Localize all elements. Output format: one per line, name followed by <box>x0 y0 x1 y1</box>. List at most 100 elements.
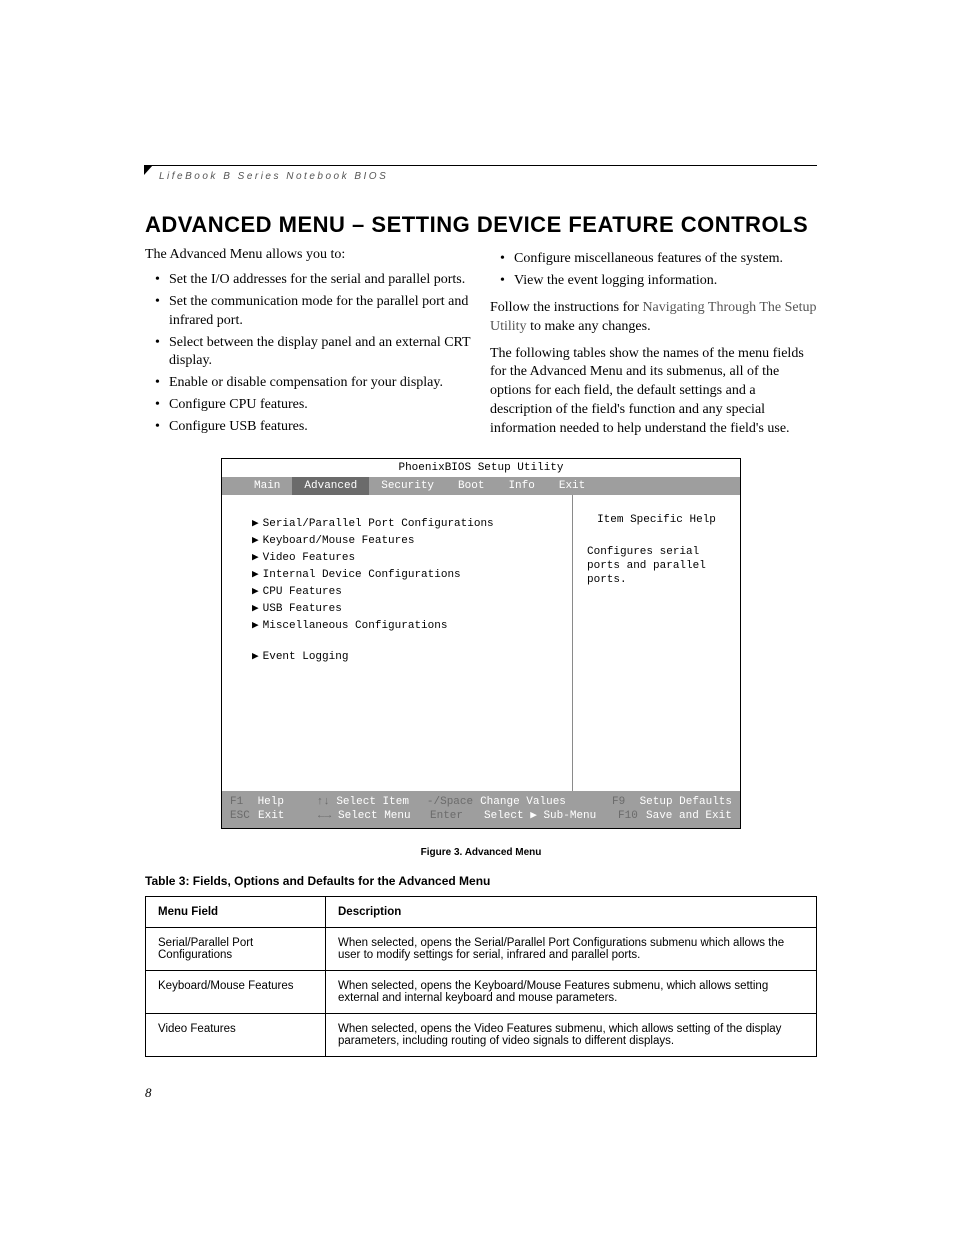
key-label: ESC <box>230 809 258 823</box>
bios-item-label: USB Features <box>263 603 342 615</box>
bios-item-label: Keyboard/Mouse Features <box>263 535 415 547</box>
bios-tab-info[interactable]: Info <box>496 477 546 495</box>
bios-menu-item[interactable]: ▶ CPU Features <box>252 585 572 599</box>
table-header: Menu Field <box>146 897 326 928</box>
table-row: Video Features When selected, opens the … <box>146 1014 817 1057</box>
running-header-text: LifeBook B Series Notebook BIOS <box>159 169 388 182</box>
bios-item-label: Event Logging <box>263 651 349 663</box>
bullet: View the event logging information. <box>504 272 817 291</box>
triangle-right-icon: ▶ <box>252 602 259 616</box>
bios-tab-main[interactable]: Main <box>242 477 292 495</box>
bullet: Select between the display panel and an … <box>159 334 472 372</box>
key-desc: Help <box>258 795 317 809</box>
bullet: Enable or disable compensation for your … <box>159 374 472 393</box>
table-cell: Keyboard/Mouse Features <box>146 971 326 1014</box>
key-desc: Exit <box>258 809 318 823</box>
bios-footer-row: F1 Help ↑↓ Select Item -/Space Change Va… <box>230 795 732 809</box>
bios-tab-bar: Main Advanced Security Boot Info Exit <box>222 477 740 495</box>
figure-caption: Figure 3. Advanced Menu <box>145 847 817 858</box>
table-cell: When selected, opens the Serial/Parallel… <box>326 928 817 971</box>
bios-figure: PhoenixBIOS Setup Utility Main Advanced … <box>221 458 741 829</box>
table-row: Keyboard/Mouse Features When selected, o… <box>146 971 817 1014</box>
key-label: Enter <box>430 809 484 823</box>
bullet: Configure miscellaneous features of the … <box>504 250 817 269</box>
paragraph: Follow the instructions for Navigating T… <box>490 299 817 337</box>
bios-menu-item[interactable]: ▶ Miscellaneous Configurations <box>252 619 572 633</box>
page-content: LifeBook B Series Notebook BIOS ADVANCED… <box>145 165 817 1057</box>
bios-body: ▶ Serial/Parallel Port Configurations ▶ Ke… <box>222 495 740 791</box>
triangle-right-icon: ▶ <box>252 650 259 664</box>
key-label: F1 <box>230 795 258 809</box>
key-desc: Save and Exit <box>646 809 732 823</box>
table-cell: Video Features <box>146 1014 326 1057</box>
bios-menu-item[interactable]: ▶ Serial/Parallel Port Configurations <box>252 517 572 531</box>
right-column: Configure miscellaneous features of the … <box>490 246 817 440</box>
bios-footer-row: ESC Exit ←→ Select Menu Enter Select ▶ S… <box>230 809 732 823</box>
bios-menu-item[interactable]: ▶ Event Logging <box>252 650 572 664</box>
table-header: Description <box>326 897 817 928</box>
txt: Select <box>484 810 530 822</box>
bullet: Configure CPU features. <box>159 396 472 415</box>
key-desc: Select Menu <box>338 809 430 823</box>
bios-tab-advanced[interactable]: Advanced <box>292 477 369 495</box>
triangle-right-icon: ▶ <box>252 585 259 599</box>
paragraph: The following tables show the names of t… <box>490 345 817 439</box>
running-header: LifeBook B Series Notebook BIOS <box>145 165 817 184</box>
bios-title: PhoenixBIOS Setup Utility <box>222 459 740 477</box>
bios-item-label: Internal Device Configurations <box>263 569 461 581</box>
key-desc: Setup Defaults <box>640 795 732 809</box>
triangle-right-icon: ▶ <box>252 551 259 565</box>
page-title: ADVANCED MENU – SETTING DEVICE FEATURE C… <box>145 212 817 238</box>
bios-item-label: Video Features <box>263 552 355 564</box>
fields-table: Menu Field Description Serial/Parallel P… <box>145 896 817 1057</box>
bios-menu-item[interactable]: ▶ Keyboard/Mouse Features <box>252 534 572 548</box>
key-desc: Select Item <box>336 795 427 809</box>
bios-help-title: Item Specific Help <box>587 513 726 527</box>
bios-help-pane: Item Specific Help Configures serial por… <box>573 495 740 791</box>
body-columns: The Advanced Menu allows you to: Set the… <box>145 246 817 440</box>
page-number: 8 <box>145 1085 152 1101</box>
bios-menu-item[interactable]: ▶ USB Features <box>252 602 572 616</box>
triangle-right-icon: ▶ <box>252 534 259 548</box>
bios-footer: F1 Help ↑↓ Select Item -/Space Change Va… <box>222 791 740 828</box>
bios-window: PhoenixBIOS Setup Utility Main Advanced … <box>221 458 741 829</box>
key-desc: Change Values <box>480 795 612 809</box>
key-label: ↑↓ <box>317 795 337 809</box>
table-header-row: Menu Field Description <box>146 897 817 928</box>
bios-tab-security[interactable]: Security <box>369 477 446 495</box>
para-text: to make any changes. <box>527 319 651 334</box>
right-bullets: Configure miscellaneous features of the … <box>490 250 817 291</box>
para-text: Follow the instructions for <box>490 300 642 315</box>
triangle-right-icon: ▶ <box>252 619 259 633</box>
triangle-right-icon: ▶ <box>252 568 259 582</box>
bios-item-label: Miscellaneous Configurations <box>263 620 448 632</box>
bios-tab-exit[interactable]: Exit <box>547 477 597 495</box>
triangle-right-icon: ▶ <box>252 517 259 531</box>
table-row: Serial/Parallel Port Configurations When… <box>146 928 817 971</box>
bios-tab-boot[interactable]: Boot <box>446 477 496 495</box>
key-desc: Select ▶ Sub-Menu <box>484 809 618 823</box>
key-label: F10 <box>618 809 646 823</box>
bios-item-label: Serial/Parallel Port Configurations <box>263 518 494 530</box>
table-title: Table 3: Fields, Options and Defaults fo… <box>145 874 817 888</box>
table-cell: When selected, opens the Keyboard/Mouse … <box>326 971 817 1014</box>
bullet: Set the communication mode for the paral… <box>159 293 472 331</box>
intro-text: The Advanced Menu allows you to: <box>145 246 472 265</box>
bios-help-text: Configures serial ports and parallel por… <box>587 545 726 587</box>
left-column: The Advanced Menu allows you to: Set the… <box>145 246 472 440</box>
spacer <box>252 636 572 650</box>
bios-menu-item[interactable]: ▶ Video Features <box>252 551 572 565</box>
key-label: ←→ <box>318 809 338 823</box>
key-label: F9 <box>612 795 640 809</box>
table-cell: Serial/Parallel Port Configurations <box>146 928 326 971</box>
header-marker <box>144 165 153 175</box>
key-label: -/Space <box>427 795 480 809</box>
txt: Sub-Menu <box>537 810 596 822</box>
bios-menu-item[interactable]: ▶ Internal Device Configurations <box>252 568 572 582</box>
bios-item-label: CPU Features <box>263 586 342 598</box>
left-bullets: Set the I/O addresses for the serial and… <box>145 271 472 437</box>
bios-menu-list: ▶ Serial/Parallel Port Configurations ▶ Ke… <box>222 495 573 791</box>
bullet: Configure USB features. <box>159 418 472 437</box>
table-cell: When selected, opens the Video Features … <box>326 1014 817 1057</box>
bullet: Set the I/O addresses for the serial and… <box>159 271 472 290</box>
